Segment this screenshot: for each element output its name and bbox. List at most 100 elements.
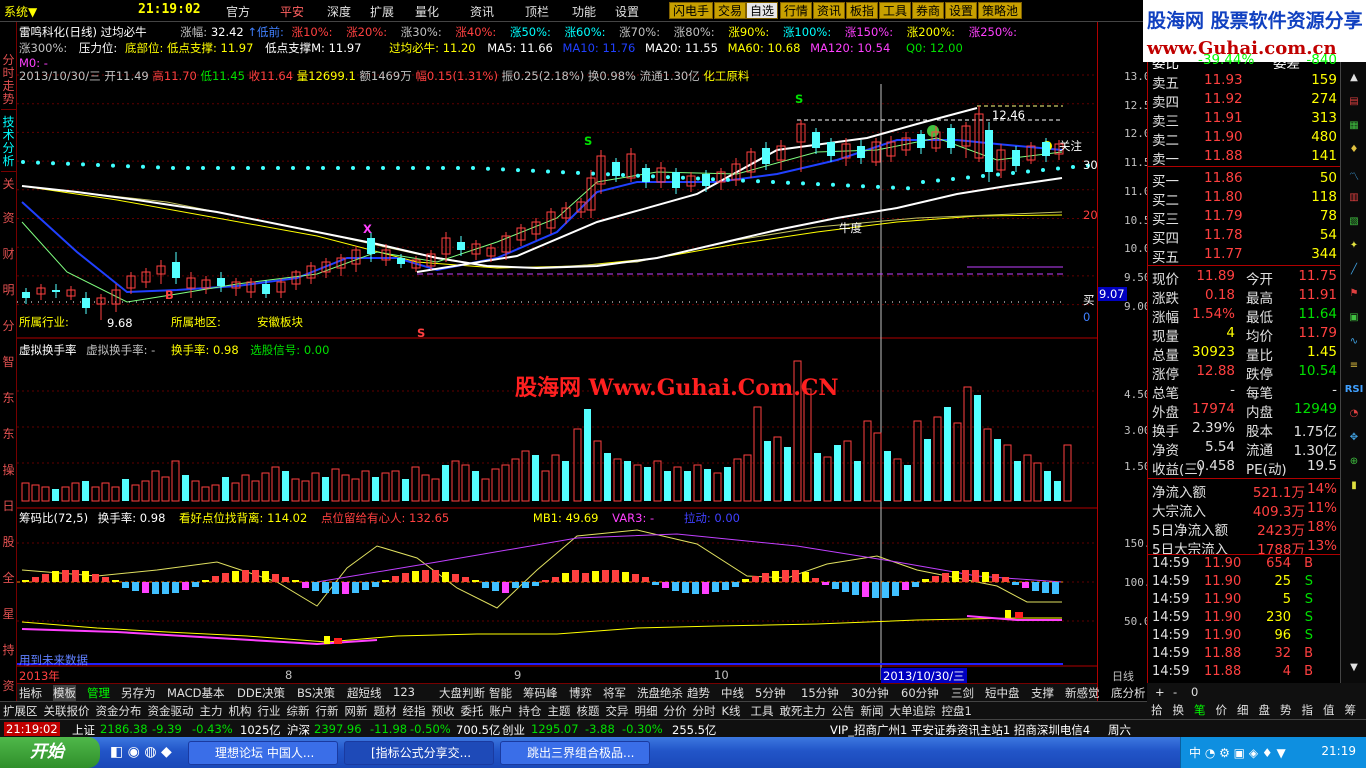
indicator-tab[interactable]: 智能 bbox=[489, 685, 512, 701]
strategy-pool-button[interactable]: 策略池 bbox=[978, 2, 1023, 19]
start-button[interactable]: 开始 bbox=[0, 737, 100, 768]
rsi-button[interactable]: RSI bbox=[1344, 384, 1364, 402]
extension-tab[interactable]: 主力 bbox=[200, 703, 223, 719]
indicator-tab[interactable]: 洗盘绝杀 bbox=[637, 685, 683, 701]
left-tab-8[interactable]: 东 bbox=[1, 428, 16, 441]
menu-function[interactable]: 功能 bbox=[572, 3, 596, 20]
quote-tab[interactable]: 价 bbox=[1216, 702, 1228, 718]
menu-settings[interactable]: 设置 bbox=[615, 3, 639, 20]
indicator-tab[interactable]: 123 bbox=[393, 685, 415, 699]
quote-tab[interactable]: 筹 bbox=[1345, 702, 1357, 718]
zoom-icon[interactable]: ⊕ bbox=[1344, 456, 1364, 474]
indicator-tab[interactable]: 趋势 bbox=[687, 685, 710, 701]
star-icon[interactable]: ✦ bbox=[1344, 240, 1364, 258]
quote-tab[interactable]: 细 bbox=[1237, 702, 1249, 718]
arrow-down-icon[interactable]: ▼ bbox=[1344, 662, 1364, 680]
zoom-out-button[interactable]: - bbox=[1173, 685, 1177, 699]
left-tab-1[interactable]: 关 bbox=[1, 178, 16, 191]
extension-tab[interactable]: 题材 bbox=[374, 703, 397, 719]
zoom-in-button[interactable]: + bbox=[1155, 685, 1165, 699]
left-tab-6[interactable]: 智 bbox=[1, 356, 16, 369]
indicator-tab[interactable]: 模板 bbox=[53, 685, 76, 701]
extension-tab[interactable]: 账户 bbox=[490, 703, 513, 719]
extension-tab[interactable]: 工具 bbox=[751, 703, 774, 719]
extension-tab[interactable]: 持仓 bbox=[519, 703, 542, 719]
extension-tab[interactable]: 委托 bbox=[461, 703, 484, 719]
extension-tab[interactable]: 交异 bbox=[606, 703, 629, 719]
indicator-tab[interactable]: 支撑 bbox=[1031, 685, 1054, 701]
quicklaunch-icons[interactable]: ◧ ◉ ◍ ◆ bbox=[110, 744, 172, 760]
quote-tab[interactable]: 拾 bbox=[1151, 702, 1163, 718]
indicator-tab[interactable]: 博弈 bbox=[569, 685, 592, 701]
flag-icon[interactable]: ⚑ bbox=[1344, 288, 1364, 306]
sell-level-row[interactable]: 卖五 11.93 159 bbox=[1148, 72, 1341, 92]
chart-icon[interactable]: ▤ bbox=[1344, 96, 1364, 114]
left-tab-9[interactable]: 操 bbox=[1, 464, 16, 477]
table-icon[interactable]: ▧ bbox=[1344, 216, 1364, 234]
extension-tab[interactable]: 资金分布 bbox=[96, 703, 142, 719]
indicator-tab[interactable]: BS决策 bbox=[297, 685, 335, 701]
wave-icon[interactable]: ∿ bbox=[1344, 336, 1364, 354]
left-tab-15[interactable]: 资 bbox=[1, 680, 16, 693]
extension-tab[interactable]: 新闻 bbox=[861, 703, 884, 719]
watchlist-button[interactable]: 自选 bbox=[746, 2, 779, 19]
buy-level-row[interactable]: 买二 11.80 118 bbox=[1148, 189, 1341, 209]
buy-level-row[interactable]: 买五 11.77 344 bbox=[1148, 246, 1341, 266]
left-tab-technical[interactable]: 技术分析 bbox=[1, 116, 16, 172]
extension-tab[interactable]: 行业 bbox=[258, 703, 281, 719]
extension-tab[interactable]: 公告 bbox=[832, 703, 855, 719]
extension-tab[interactable]: 核题 bbox=[577, 703, 600, 719]
extension-tab[interactable]: 分时 bbox=[693, 703, 716, 719]
menu-quant[interactable]: 量化 bbox=[415, 3, 439, 20]
buy-level-row[interactable]: 买一 11.86 50 bbox=[1148, 170, 1341, 190]
extension-tab[interactable]: 敢死主力 bbox=[780, 703, 826, 719]
extension-tab[interactable]: 控盘1 bbox=[942, 703, 972, 719]
left-tab-10[interactable]: 日 bbox=[1, 500, 16, 513]
indicator-tab[interactable]: 筹码峰 bbox=[523, 685, 558, 701]
cy-label[interactable]: 创业 bbox=[502, 722, 525, 738]
task-forum[interactable]: 理想论坛 中国人... bbox=[188, 741, 338, 765]
left-tab-7[interactable]: 东 bbox=[1, 392, 16, 405]
buy-level-row[interactable]: 买四 11.78 54 bbox=[1148, 227, 1341, 247]
task-combo[interactable]: 跳出三界组合极品... bbox=[500, 741, 650, 765]
arrow-up-icon[interactable]: ▲ bbox=[1344, 72, 1364, 90]
indicator-tab[interactable]: 超短线 bbox=[347, 685, 382, 701]
left-tab-2[interactable]: 资 bbox=[1, 212, 16, 225]
indicator-tab[interactable]: 5分钟 bbox=[755, 685, 785, 701]
left-tab-4[interactable]: 明 bbox=[1, 284, 16, 297]
sz-label[interactable]: 沪深 bbox=[287, 722, 310, 738]
sell-level-row[interactable]: 卖二 11.90 480 bbox=[1148, 129, 1341, 149]
news-button[interactable]: 资讯 bbox=[813, 2, 846, 19]
quote-tab[interactable]: 势 bbox=[1280, 702, 1292, 718]
quote-tab[interactable]: 指 bbox=[1302, 702, 1314, 718]
extension-tab[interactable]: 扩展区 bbox=[3, 703, 38, 719]
kline-chart-area[interactable]: 雷鸣科化(日线) 过均必牛 涨幅: 32.42 ↑低前: 涨10%: 涨20%:… bbox=[17, 22, 1127, 702]
flash-trade-button[interactable]: 闪电手 bbox=[669, 2, 714, 19]
grid-icon[interactable]: ▦ bbox=[1344, 120, 1364, 138]
reset-zoom-button[interactable]: 0 bbox=[1191, 685, 1198, 699]
left-tab-13[interactable]: 星 bbox=[1, 608, 16, 621]
left-tab-12[interactable]: 全 bbox=[1, 572, 16, 585]
quote-tab[interactable]: 换 bbox=[1173, 702, 1185, 718]
extension-tab[interactable]: 资金驱动 bbox=[148, 703, 194, 719]
doc-icon[interactable]: ▣ bbox=[1344, 312, 1364, 330]
extension-tab[interactable]: 网新 bbox=[345, 703, 368, 719]
extension-tab[interactable]: 明细 bbox=[635, 703, 658, 719]
menu-pingan[interactable]: 平安 bbox=[280, 3, 304, 20]
indicator-tab[interactable]: 15分钟 bbox=[801, 685, 839, 701]
extension-tab[interactable]: 预收 bbox=[432, 703, 455, 719]
buy-level-row[interactable]: 买三 11.79 78 bbox=[1148, 208, 1341, 228]
indicator-tab[interactable]: 30分钟 bbox=[851, 685, 889, 701]
move-icon[interactable]: ✥ bbox=[1344, 432, 1364, 450]
extension-tab[interactable]: 大单追踪 bbox=[890, 703, 936, 719]
quote-tab[interactable]: 值 bbox=[1323, 702, 1335, 718]
sell-level-row[interactable]: 卖三 11.91 313 bbox=[1148, 110, 1341, 130]
extension-tab[interactable]: 主题 bbox=[548, 703, 571, 719]
sell-level-row[interactable]: 卖四 11.92 274 bbox=[1148, 91, 1341, 111]
left-tab-5[interactable]: 分 bbox=[1, 320, 16, 333]
indicator-tab[interactable]: 指标 bbox=[19, 685, 42, 701]
indicator-tab[interactable]: 三剑 bbox=[951, 685, 974, 701]
bookmark-icon[interactable]: ▮ bbox=[1344, 480, 1364, 498]
left-tab-14[interactable]: 持 bbox=[1, 644, 16, 657]
left-tab-3[interactable]: 财 bbox=[1, 248, 16, 261]
